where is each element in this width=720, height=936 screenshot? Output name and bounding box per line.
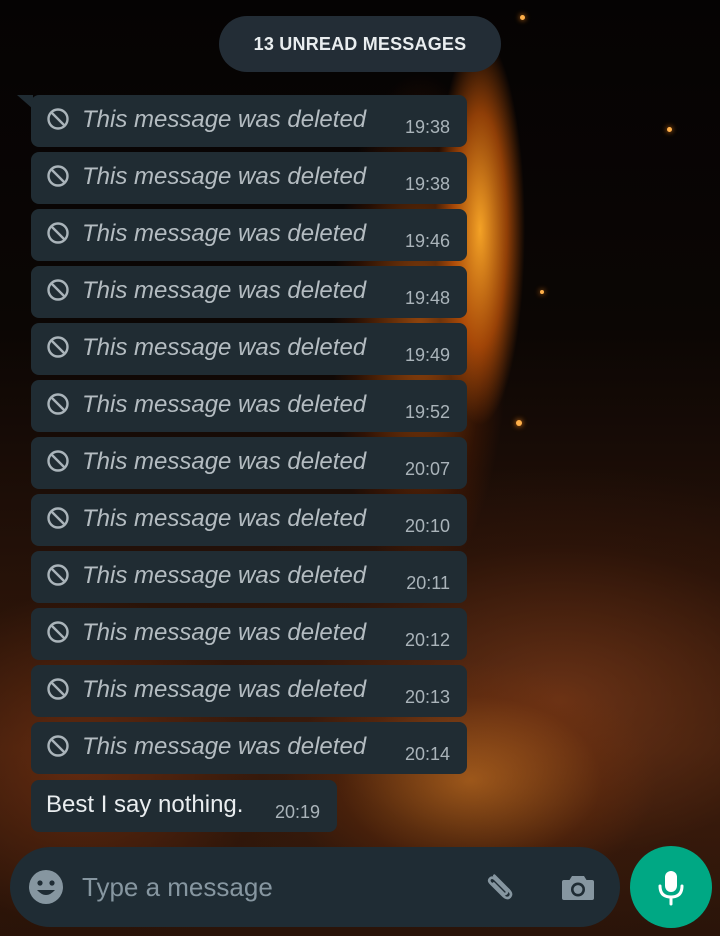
message-time: 20:11 <box>406 573 450 593</box>
message-time: 19:46 <box>404 231 450 251</box>
message-input[interactable] <box>82 865 462 909</box>
message-time: 19:38 <box>404 174 450 194</box>
message-composer <box>10 847 620 927</box>
deleted-message-text: This message was deleted <box>82 106 367 133</box>
smiley-icon <box>29 870 63 904</box>
deleted-message-text: This message was deleted <box>82 391 367 418</box>
deleted-message-text: This message was deleted <box>82 334 367 361</box>
message-time: 19:38 <box>404 117 450 137</box>
microphone-icon <box>658 871 684 906</box>
ban-icon <box>47 336 69 358</box>
deleted-message-text: This message was deleted <box>82 676 367 703</box>
deleted-message-bubble[interactable]: This message was deleted 20:13 <box>31 665 467 717</box>
emoji-button[interactable] <box>26 867 66 907</box>
unread-messages-banner: 13 UNREAD MESSAGES <box>219 16 501 72</box>
deleted-message-text: This message was deleted <box>82 448 367 475</box>
deleted-message-text: This message was deleted <box>82 163 367 190</box>
deleted-message-text: This message was deleted <box>82 220 367 247</box>
message-time: 19:48 <box>404 288 450 308</box>
ban-icon <box>47 678 69 700</box>
deleted-message-text: This message was deleted <box>82 733 367 760</box>
deleted-message-text: This message was deleted <box>82 277 367 304</box>
deleted-message-bubble[interactable]: This message was deleted 20:14 <box>31 722 467 774</box>
message-time: 20:10 <box>404 516 450 536</box>
deleted-message-bubble[interactable]: This message was deleted 20:11 <box>31 551 467 603</box>
deleted-message-bubble[interactable]: This message was deleted 20:12 <box>31 608 467 660</box>
wallpaper-spark <box>516 420 522 426</box>
deleted-message-text: This message was deleted <box>82 619 367 646</box>
deleted-message-text: This message was deleted <box>82 562 367 589</box>
ban-icon <box>47 507 69 529</box>
text-message-bubble[interactable]: Best I say nothing. 20:19 <box>31 780 337 832</box>
deleted-message-bubble[interactable]: This message was deleted 19:48 <box>31 266 467 318</box>
deleted-message-bubble[interactable]: This message was deleted 19:38 <box>31 95 467 147</box>
wallpaper-spark <box>520 15 525 20</box>
message-time: 19:52 <box>404 402 450 422</box>
deleted-message-bubble[interactable]: This message was deleted 20:10 <box>31 494 467 546</box>
message-time: 20:19 <box>274 802 320 822</box>
message-time: 20:13 <box>404 687 450 707</box>
ban-icon <box>47 393 69 415</box>
deleted-message-bubble[interactable]: This message was deleted 19:46 <box>31 209 467 261</box>
deleted-message-text: This message was deleted <box>82 505 367 532</box>
deleted-message-bubble[interactable]: This message was deleted 19:38 <box>31 152 467 204</box>
message-time: 19:49 <box>404 345 450 365</box>
wallpaper-spark <box>667 127 672 132</box>
attach-button[interactable] <box>480 867 520 907</box>
ban-icon <box>47 564 69 586</box>
deleted-message-bubble[interactable]: This message was deleted 19:52 <box>31 380 467 432</box>
deleted-message-bubble[interactable]: This message was deleted 19:49 <box>31 323 467 375</box>
voice-message-button[interactable] <box>630 846 712 928</box>
ban-icon <box>47 165 69 187</box>
ban-icon <box>47 108 69 130</box>
ban-icon <box>47 450 69 472</box>
message-time: 20:12 <box>404 630 450 650</box>
camera-icon <box>562 876 594 900</box>
message-text: Best I say nothing. <box>46 791 244 818</box>
paperclip-icon <box>487 874 513 900</box>
ban-icon <box>47 279 69 301</box>
ban-icon <box>47 735 69 757</box>
message-time: 20:14 <box>404 744 450 764</box>
message-time: 20:07 <box>404 459 450 479</box>
ban-icon <box>47 621 69 643</box>
camera-button[interactable] <box>558 867 598 907</box>
ban-icon <box>47 222 69 244</box>
wallpaper-spark <box>540 290 544 294</box>
deleted-message-bubble[interactable]: This message was deleted 20:07 <box>31 437 467 489</box>
